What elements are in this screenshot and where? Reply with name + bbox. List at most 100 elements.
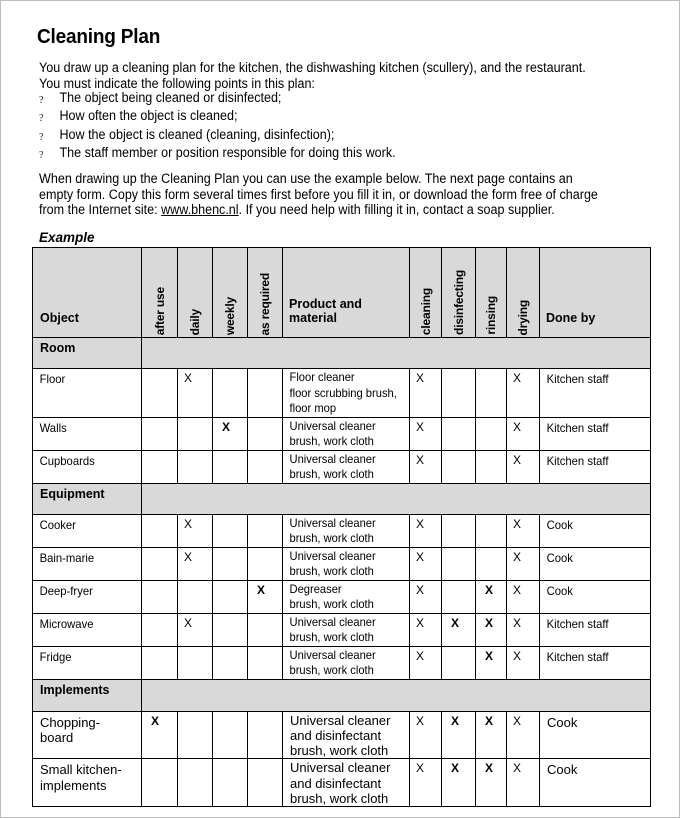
frequency-weekly-cell — [212, 513, 248, 548]
frequency-as-required-cell — [247, 546, 283, 581]
method-drying-cell: X — [506, 513, 540, 548]
method-cleaning-cell-text: X — [416, 371, 425, 385]
frequency-after-use-cell-text — [143, 418, 177, 420]
product-cell-line: Universal cleaner — [289, 515, 376, 530]
section-fill — [141, 482, 651, 515]
frequency-weekly-cell-text — [214, 760, 247, 762]
intro-paragraph: You draw up a cleaning plan for the kitc… — [39, 60, 586, 91]
bullet-mark-icon: ? — [39, 130, 44, 143]
product-cell-line: Degreaser — [289, 581, 342, 596]
website-link[interactable]: www.bhenc.nl — [161, 202, 238, 217]
method-disinfecting-cell — [441, 513, 476, 548]
method-rinsing-cell — [475, 416, 507, 451]
frequency-after-use-cell-text — [143, 451, 177, 453]
object-cell: Fridge — [32, 645, 142, 680]
method-drying-cell: X — [506, 449, 540, 484]
frequency-daily-cell-text: X — [184, 549, 193, 564]
object-cell: Deep-fryer — [32, 579, 142, 614]
method-drying-cell-text: X — [513, 648, 522, 663]
method-rinsing-cell-text — [477, 451, 506, 453]
frequency-daily-cell — [177, 416, 213, 451]
frequency-after-use-cell-text: X — [151, 713, 160, 728]
method-rinsing-cell — [475, 368, 507, 418]
object-cell-line: Cooker — [39, 517, 76, 532]
frequency-weekly-cell — [212, 612, 248, 647]
frequency-daily-cell — [177, 645, 213, 680]
product-cell-line: brush, work cloth — [290, 743, 389, 759]
product-cell: Universal cleaner brush, work cloth — [282, 416, 410, 451]
method-cleaning-cell-text: X — [416, 549, 425, 564]
method-drying-cell-text: X — [513, 419, 522, 434]
table-row: Floor X Floor cleaner floor scrubbing brush… — [32, 368, 651, 418]
header-disinfecting: disinfecting — [441, 247, 476, 338]
bullet-text: The staff member or position responsible… — [59, 144, 396, 160]
table-row: Chopping-board X Universal cleaner and disi… — [32, 710, 651, 760]
frequency-daily-cell-text: X — [184, 516, 193, 531]
product-cell-line: and disinfectant — [290, 727, 382, 743]
method-rinsing-cell-text: X — [485, 713, 494, 728]
frequency-weekly-cell — [212, 710, 248, 760]
bullet-text: The object being cleaned or disinfected; — [59, 90, 282, 105]
table-row: Small kitchen-implements Universal cleane… — [32, 758, 651, 808]
frequency-daily-cell: X — [177, 513, 213, 548]
bullet-mark-icon: ? — [39, 94, 44, 106]
product-cell-line: Universal cleaner — [289, 548, 376, 563]
method-cleaning-cell-text: X — [416, 516, 425, 531]
bullet-item: ? The staff member or position responsibl… — [39, 145, 396, 163]
object-cell-line: Fridge — [39, 649, 72, 664]
done-by-cell: Cook — [539, 758, 651, 808]
method-cleaning-cell: X — [409, 645, 442, 680]
method-cleaning-cell: X — [409, 416, 442, 451]
instructions-text: . If you need help with filling it in, c… — [238, 202, 555, 217]
method-rinsing-cell: X — [475, 612, 507, 647]
method-rinsing-cell: X — [475, 710, 507, 760]
done-by-cell-text: Cook — [546, 550, 573, 565]
table-header-row: Object after use daily weekly as require… — [32, 247, 651, 338]
method-drying-cell-text: X — [513, 713, 522, 728]
object-cell: Cupboards — [32, 449, 142, 484]
frequency-weekly-cell — [212, 579, 248, 614]
intro-line: You must indicate the following points i… — [39, 75, 315, 91]
product-cell: Universal cleaner brush, work cloth — [282, 449, 410, 484]
frequency-daily-cell-text — [179, 647, 212, 649]
frequency-daily-cell — [177, 758, 213, 808]
header-label: drying — [516, 299, 530, 335]
object-cell-line: Bain-marie — [39, 550, 95, 565]
method-disinfecting-cell-text: X — [451, 615, 460, 630]
section-fill — [141, 678, 651, 712]
section-label: Equipment — [32, 482, 142, 515]
method-drying-cell: X — [506, 368, 540, 418]
method-rinsing-cell: X — [475, 579, 507, 614]
done-by-cell-text: Cook — [547, 714, 578, 730]
object-cell: Small kitchen-implements — [32, 758, 142, 808]
method-drying-cell: X — [506, 758, 540, 808]
header-product: Product and material — [282, 247, 410, 338]
header-label: as required — [258, 272, 272, 336]
method-rinsing-cell-text — [477, 548, 506, 550]
frequency-weekly-cell-text — [214, 369, 247, 371]
method-disinfecting-cell-text: X — [451, 713, 460, 728]
frequency-after-use-cell — [141, 368, 178, 418]
method-cleaning-cell: X — [409, 368, 442, 418]
frequency-daily-cell — [177, 579, 213, 614]
object-cell: Chopping-board — [32, 710, 142, 760]
frequency-daily-cell — [177, 449, 213, 484]
frequency-after-use-cell — [141, 579, 178, 614]
method-cleaning-cell-text: X — [416, 452, 425, 467]
header-cleaning: cleaning — [409, 247, 442, 338]
header-label: disinfecting — [451, 270, 466, 335]
product-cell-line: Universal cleaner — [290, 712, 391, 728]
method-disinfecting-cell-text — [443, 451, 475, 453]
object-cell-line: Microwave — [39, 616, 94, 631]
page-title: Cleaning Plan — [37, 26, 161, 48]
method-disinfecting-cell-text — [443, 647, 475, 649]
frequency-as-required-cell — [247, 612, 283, 647]
frequency-after-use-cell-text — [143, 614, 177, 616]
method-disinfecting-cell — [441, 579, 476, 614]
object-cell-line: Chopping- — [40, 714, 100, 730]
done-by-cell-text: Kitchen staff — [546, 420, 609, 435]
frequency-as-required-cell-text — [249, 418, 282, 420]
frequency-weekly-cell-text — [214, 647, 247, 649]
frequency-after-use-cell-text — [143, 369, 177, 371]
method-drying-cell-text: X — [513, 549, 522, 564]
